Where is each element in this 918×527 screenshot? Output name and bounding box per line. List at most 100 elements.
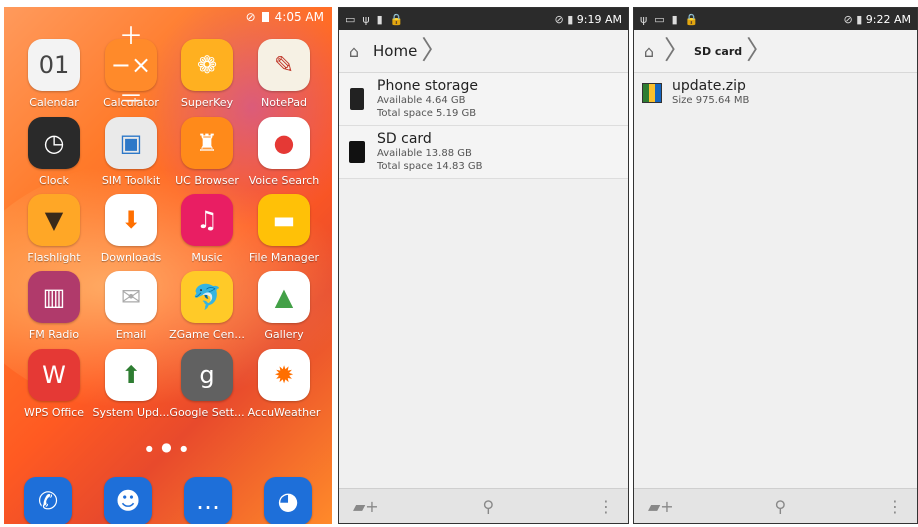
phone-icon[interactable]: ✆: [24, 477, 72, 524]
list-item-title: SD card: [377, 131, 432, 147]
app-music[interactable]: ♫ Music: [167, 194, 247, 264]
app-label: System Upd...: [92, 406, 170, 419]
list-item-title: Phone storage: [377, 78, 479, 94]
chevron-right-icon: 〉: [421, 36, 448, 66]
sd-card-icon: [347, 131, 367, 173]
gallery-icon: ▲: [258, 271, 310, 323]
app-clock[interactable]: ◷ Clock: [14, 117, 94, 187]
no-sim-icon: ⊘: [843, 12, 853, 26]
status-time: 4:05 AM: [274, 10, 324, 24]
app-email[interactable]: ✉ Email: [91, 271, 171, 341]
app-label: Gallery: [264, 328, 304, 341]
overflow-menu-icon[interactable]: ⋮: [887, 497, 903, 516]
zip-file-icon: [642, 78, 662, 107]
new-folder-icon[interactable]: ▰+: [353, 497, 379, 516]
app-voice-search[interactable]: ● Voice Search: [244, 117, 324, 187]
home-icon[interactable]: ⌂: [634, 30, 664, 72]
app-label: Clock: [39, 174, 69, 187]
app-wps-office[interactable]: W WPS Office: [14, 349, 94, 419]
downloads-icon: ⬇: [105, 194, 157, 246]
voice-search-icon: ●: [258, 117, 310, 169]
phone-storage-icon: [347, 78, 367, 120]
lock-icon: 🔒: [389, 12, 404, 26]
sd-icon: ▮: [376, 12, 383, 26]
file-manager-root-screen: ▭ ψ ▮ 🔒 ⊘ ▮ 9:19 AM ⌂ Home 〉 Phone storage …: [338, 7, 629, 524]
lock-icon: 🔒: [684, 12, 699, 26]
no-sim-icon: ⊘: [245, 10, 256, 24]
home-screen: ⊘ 4:05 AM 01 Calendar ＋−×＝ Calculator ❁ Super…: [4, 7, 332, 524]
app-file-manager[interactable]: ▬ File Manager: [244, 194, 324, 264]
breadcrumb-home[interactable]: Home: [369, 42, 421, 60]
browser-icon[interactable]: ◕: [264, 477, 312, 524]
file-manager-icon: ▬: [258, 194, 310, 246]
search-icon[interactable]: ⚲: [775, 497, 787, 516]
messaging-icon[interactable]: …: [184, 477, 232, 524]
calendar-icon: 01: [28, 39, 80, 91]
zgame-cen-icon: 🐬: [181, 271, 233, 323]
uc-browser-icon: ♜: [181, 117, 233, 169]
list-item-size: Size 975.64 MB: [672, 95, 750, 106]
app-label: SIM Toolkit: [101, 174, 161, 187]
app-label: WPS Office: [23, 406, 85, 419]
app-calendar[interactable]: 01 Calendar: [14, 39, 94, 109]
superkey-icon: ❁: [181, 39, 233, 91]
battery-icon: ▮: [856, 12, 863, 26]
app-label: AccuWeather: [247, 406, 321, 419]
file-manager-sdcard-screen: ψ ▭ ▮ 🔒 ⊘ ▮ 9:22 AM ⌂ 〉 SD card 〉 update.zi…: [633, 7, 918, 524]
app-label: ZGame Cen...: [169, 328, 245, 341]
screenshot-icon: ▭: [345, 12, 356, 26]
app-zgame-cen[interactable]: 🐬 ZGame Cen...: [167, 271, 247, 341]
status-bar: ψ ▭ ▮ 🔒 ⊘ ▮ 9:22 AM: [634, 8, 917, 30]
dock: ✆ ☻ … ◕: [4, 477, 332, 524]
list-item-update-zip[interactable]: update.zip Size 975.64 MB: [634, 73, 917, 112]
app-uc-browser[interactable]: ♜ UC Browser: [167, 117, 247, 187]
sim-toolkit-icon: ▣: [105, 117, 157, 169]
notepad-icon: ✎: [258, 39, 310, 91]
status-bar: ▭ ψ ▮ 🔒 ⊘ ▮ 9:19 AM: [339, 8, 628, 30]
app-calculator[interactable]: ＋−×＝ Calculator: [91, 22, 171, 113]
chevron-right-icon: 〉: [664, 36, 691, 66]
list-item-title: update.zip: [672, 78, 746, 94]
app-notepad[interactable]: ✎ NotePad: [244, 39, 324, 109]
email-icon: ✉: [105, 271, 157, 323]
home-icon[interactable]: ⌂: [339, 30, 369, 72]
app-downloads[interactable]: ⬇ Downloads: [91, 194, 171, 264]
overflow-menu-icon[interactable]: ⋮: [598, 497, 614, 516]
app-superkey[interactable]: ❁ SuperKey: [167, 39, 247, 109]
search-icon[interactable]: ⚲: [483, 497, 495, 516]
battery-icon: ▮: [567, 12, 574, 26]
status-bar: ⊘ 4:05 AM: [246, 10, 324, 24]
app-fm-radio[interactable]: ▥ FM Radio: [14, 271, 94, 341]
app-label: Flashlight: [27, 251, 81, 264]
bottom-toolbar: ▰+ ⚲ ⋮: [339, 488, 628, 523]
status-time: 9:19 AM: [576, 12, 622, 26]
app-label: SuperKey: [180, 96, 234, 109]
contacts-icon[interactable]: ☻: [104, 477, 152, 524]
app-accuweather[interactable]: ✹ AccuWeather: [244, 349, 324, 419]
screenshot-icon: ▭: [654, 12, 665, 26]
no-sim-icon: ⊘: [554, 12, 564, 26]
app-sim-toolkit[interactable]: ▣ SIM Toolkit: [91, 117, 171, 187]
app-system-upd[interactable]: ⬆ System Upd...: [91, 349, 171, 419]
app-flashlight[interactable]: ▼ Flashlight: [14, 194, 94, 264]
list-item-total: Total space 5.19 GB: [377, 108, 477, 119]
app-google-sett[interactable]: g Google Sett...: [167, 349, 247, 419]
app-label: Email: [115, 328, 147, 341]
app-label: Calculator: [103, 96, 159, 109]
flashlight-icon: ▼: [28, 194, 80, 246]
list-item-total: Total space 14.83 GB: [377, 161, 483, 172]
list-item-phone-storage[interactable]: Phone storage Available 4.64 GB Total sp…: [339, 73, 628, 126]
app-label: Music: [191, 251, 223, 264]
app-label: Voice Search: [248, 174, 320, 187]
list-item-available: Available 4.64 GB: [377, 95, 466, 106]
breadcrumb-sd-card[interactable]: SD card: [690, 45, 746, 58]
app-label: NotePad: [261, 96, 307, 109]
chevron-right-icon: 〉: [746, 36, 773, 66]
page-indicator: ● ● ●: [145, 440, 191, 454]
app-label: Calendar: [29, 96, 79, 109]
list-item-sd-card[interactable]: SD card Available 13.88 GB Total space 1…: [339, 126, 628, 179]
new-folder-icon[interactable]: ▰+: [648, 497, 674, 516]
breadcrumb: ⌂ Home 〉: [339, 30, 628, 73]
app-gallery[interactable]: ▲ Gallery: [244, 271, 324, 341]
battery-icon: [261, 12, 269, 22]
